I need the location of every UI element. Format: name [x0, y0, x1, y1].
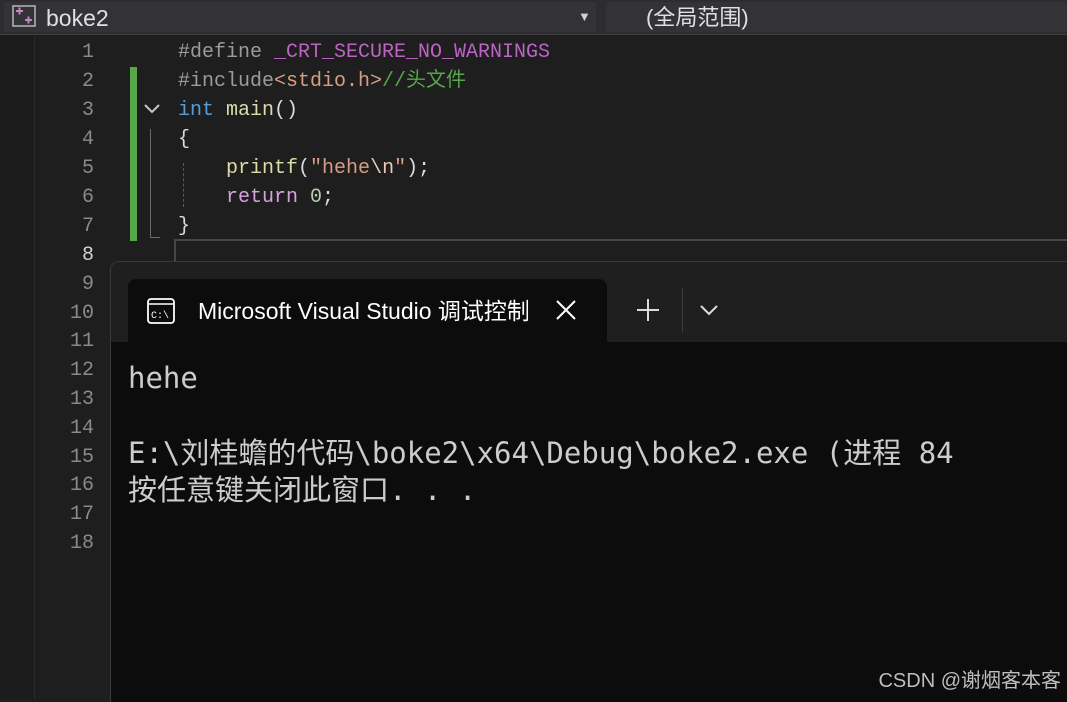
- chevron-down-icon[interactable]: [142, 99, 162, 119]
- fold-guide: [150, 129, 151, 237]
- line-number: 18: [69, 532, 94, 555]
- line-number: 2: [81, 70, 94, 93]
- terminal-tab[interactable]: C:\ Microsoft Visual Studio 调试控制台: [128, 279, 607, 342]
- line-number: 9: [81, 273, 94, 296]
- svg-text:C:\: C:\: [151, 310, 169, 322]
- close-icon[interactable]: [552, 296, 580, 324]
- line-number: 3: [81, 99, 94, 122]
- code-line: #include<stdio.h>//头文件: [178, 70, 467, 93]
- line-number: 5: [81, 157, 94, 180]
- line-number: 7: [81, 215, 94, 238]
- line-number: 13: [69, 388, 94, 411]
- terminal-window[interactable]: C:\ Microsoft Visual Studio 调试控制台 hehe E…: [111, 262, 1067, 702]
- line-number: 8: [81, 244, 94, 267]
- terminal-output-line: E:\刘桂蟾的代码\boke2\x64\Debug\boke2.exe (进程 …: [128, 436, 954, 470]
- line-number: 12: [69, 359, 94, 382]
- chevron-down-icon[interactable]: [697, 298, 721, 322]
- line-number: 17: [69, 503, 94, 526]
- watermark: CSDN @谢烟客本客: [878, 670, 1061, 692]
- code-line: printf("hehe\n");: [226, 157, 431, 180]
- tab-title: Microsoft Visual Studio 调试控制台: [198, 298, 528, 324]
- code-line: int main(): [178, 99, 299, 122]
- code-line: #define _CRT_SECURE_NO_WARNINGS: [178, 41, 551, 64]
- code-line: }: [178, 215, 191, 238]
- plus-icon[interactable]: [633, 295, 663, 325]
- line-number: 14: [69, 417, 94, 440]
- navigation-bar: boke2 ▼ (全局范围): [0, 0, 1067, 35]
- project-name: boke2: [46, 5, 109, 31]
- change-indicator-bar: [130, 67, 137, 241]
- console-icon: C:\: [147, 298, 175, 324]
- line-number: 15: [69, 446, 94, 469]
- code-line: {: [178, 128, 191, 151]
- terminal-output-line: hehe: [128, 361, 198, 395]
- project-icon: [12, 5, 36, 27]
- tab-separator: [682, 288, 683, 332]
- chevron-down-icon[interactable]: ▼: [578, 9, 591, 24]
- project-dropdown[interactable]: boke2 ▼: [4, 2, 596, 32]
- line-number: 1: [81, 41, 94, 64]
- scope-dropdown[interactable]: (全局范围): [606, 2, 1067, 32]
- line-number: 16: [69, 474, 94, 497]
- terminal-tab-bar: C:\ Microsoft Visual Studio 调试控制台: [111, 262, 1067, 342]
- line-number: 10: [69, 302, 94, 325]
- code-line: return 0;: [226, 186, 335, 209]
- line-number: 11: [69, 330, 94, 353]
- line-number: 4: [81, 128, 94, 151]
- fold-guide-end: [150, 237, 160, 238]
- terminal-output-line: 按任意键关闭此窗口. . .: [128, 473, 477, 507]
- scope-label: (全局范围): [646, 5, 749, 30]
- editor-margin: [0, 36, 35, 699]
- line-number: 6: [81, 186, 94, 209]
